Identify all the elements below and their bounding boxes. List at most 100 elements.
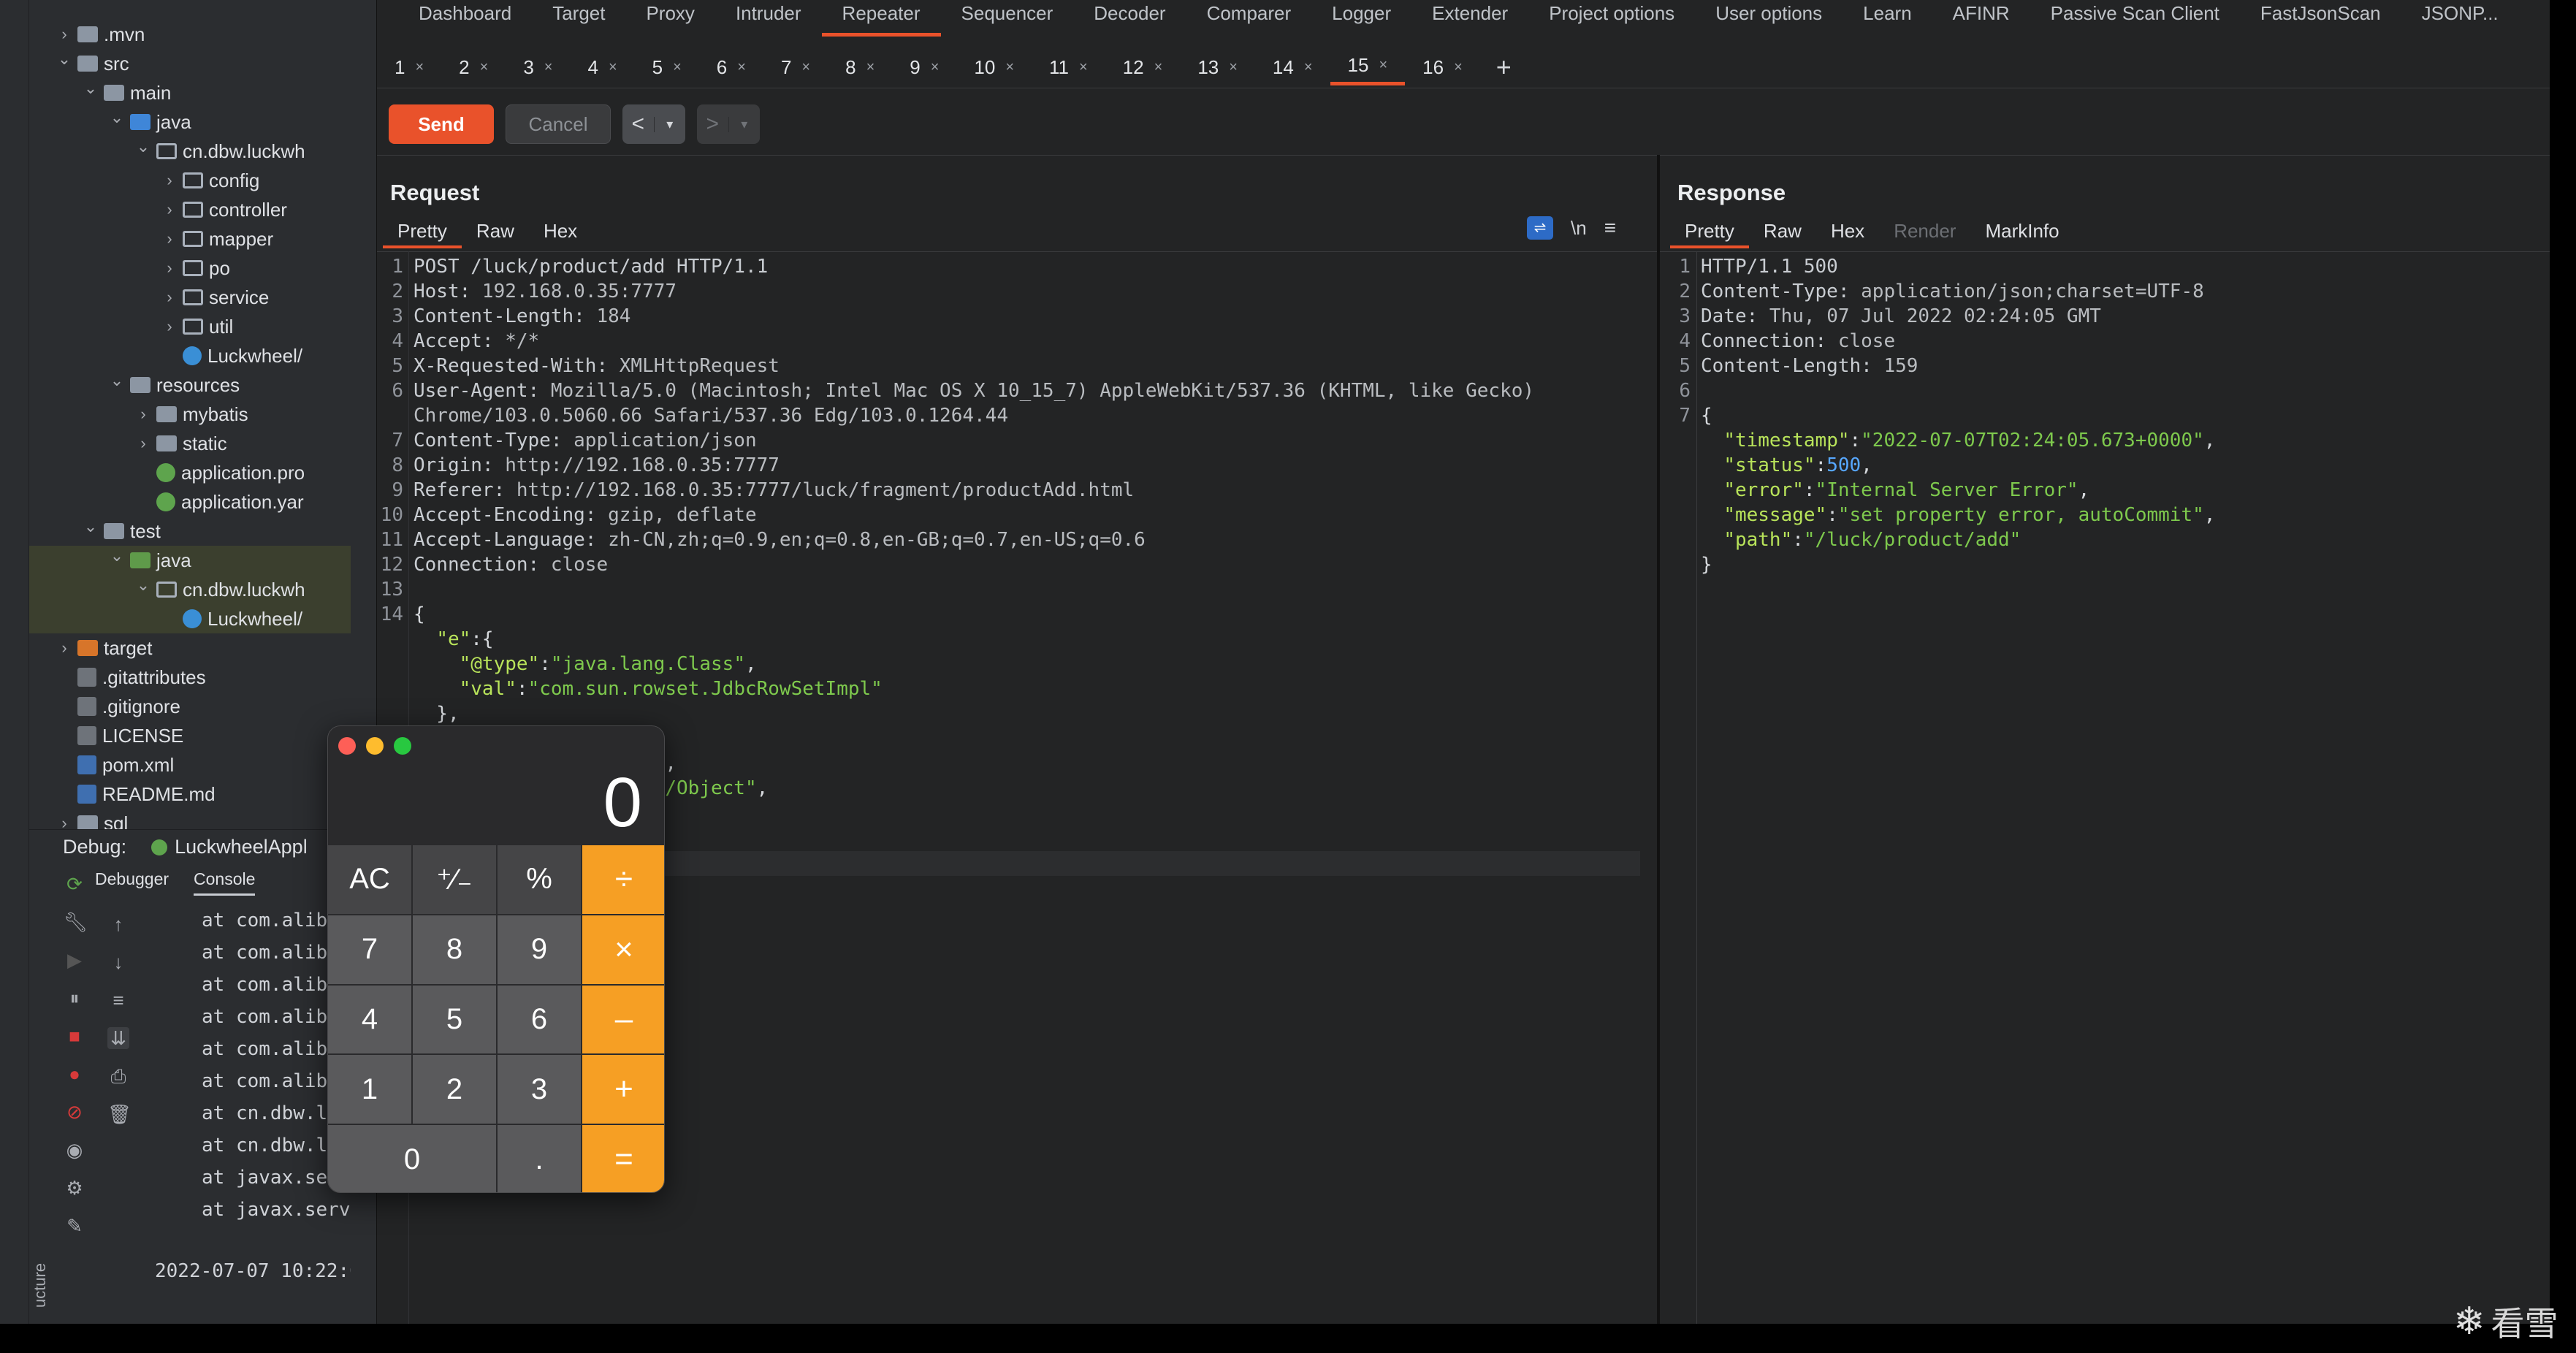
request-editor[interactable]: POST /luck/product/add HTTP/1.1 Host: 192… <box>414 254 1534 801</box>
repeater-tab[interactable]: 3 × <box>506 49 570 85</box>
plus-key[interactable]: + <box>582 1055 664 1124</box>
add-tab-icon[interactable]: + <box>1480 52 1528 83</box>
main-tab[interactable]: Decoder <box>1073 0 1186 37</box>
repeater-tab[interactable]: 5 × <box>635 49 699 85</box>
close-icon[interactable]: × <box>544 59 553 76</box>
repeater-tab[interactable]: 6 × <box>699 49 763 85</box>
tree-item[interactable]: .gitattributes <box>29 663 351 692</box>
tree-item[interactable]: application.pro <box>29 458 351 487</box>
repeater-tab[interactable]: 15 × <box>1330 49 1406 85</box>
main-tab[interactable]: Logger <box>1311 0 1411 37</box>
request-tab-hex[interactable]: Hex <box>529 216 592 248</box>
repeater-tab[interactable]: 16 × <box>1405 49 1480 85</box>
chevron-down-icon[interactable]: ⌄ <box>82 79 99 98</box>
tree-item[interactable]: pom.xml <box>29 750 351 780</box>
stop-icon[interactable]: ■ <box>64 1025 85 1047</box>
send-button[interactable]: Send <box>389 104 494 144</box>
close-icon[interactable]: × <box>931 59 940 76</box>
close-icon[interactable]: × <box>1229 59 1238 76</box>
pin-icon[interactable]: ✎ <box>64 1215 85 1237</box>
tree-item[interactable]: .gitignore <box>29 692 351 721</box>
tree-item[interactable]: ⌄ src <box>29 49 351 78</box>
digit-7-key[interactable]: 7 <box>328 915 411 984</box>
chevron-right-icon[interactable]: › <box>161 317 178 336</box>
digit-2-key[interactable]: 2 <box>413 1055 496 1124</box>
scroll-to-end-icon[interactable]: ⇊ <box>107 1027 129 1049</box>
tab-console[interactable]: Console <box>194 869 256 896</box>
close-icon[interactable]: × <box>1154 59 1163 76</box>
arrow-down-icon[interactable]: ↓ <box>107 951 129 973</box>
chevron-right-icon[interactable]: › <box>161 229 178 248</box>
mute-breakpoints-icon[interactable]: ⊘ <box>64 1101 85 1123</box>
close-icon[interactable]: × <box>801 59 810 76</box>
divide-key[interactable]: ÷ <box>582 845 664 914</box>
cancel-button[interactable]: Cancel <box>506 104 611 144</box>
close-icon[interactable]: × <box>1454 59 1463 76</box>
main-tab[interactable]: Passive Scan Client <box>2030 0 2240 37</box>
close-icon[interactable]: × <box>1005 59 1014 76</box>
close-icon[interactable]: × <box>1304 59 1313 76</box>
multiply-key[interactable]: × <box>582 915 664 984</box>
digit-4-key[interactable]: 4 <box>328 985 411 1054</box>
chevron-right-icon[interactable]: › <box>161 200 178 219</box>
tree-item[interactable]: LICENSE <box>29 721 351 750</box>
tree-item[interactable]: Luckwheel/ <box>29 604 351 633</box>
repeater-tab[interactable]: 9 × <box>892 49 956 85</box>
main-tab[interactable]: Extender <box>1411 0 1528 37</box>
repeater-tab[interactable]: 4 × <box>570 49 634 85</box>
clear-key[interactable]: AC <box>328 845 411 914</box>
close-icon[interactable]: × <box>1079 59 1088 76</box>
tree-item[interactable]: README.md <box>29 780 351 809</box>
soft-wrap-icon[interactable]: ≡ <box>107 989 129 1011</box>
request-tab-pretty[interactable]: Pretty <box>383 216 462 248</box>
repeater-tab[interactable]: 8 × <box>828 49 892 85</box>
main-tab[interactable]: Repeater <box>821 0 941 37</box>
repeater-tab[interactable]: 14 × <box>1255 49 1330 85</box>
decimal-key[interactable]: . <box>498 1125 581 1192</box>
main-tab[interactable]: Sequencer <box>941 0 1074 37</box>
wrap-lines-icon[interactable]: ⇌ <box>1527 216 1553 240</box>
response-tab-hex[interactable]: Hex <box>1816 216 1879 248</box>
chevron-right-icon[interactable]: › <box>56 25 73 44</box>
tree-item[interactable]: ⌄ java <box>29 546 351 575</box>
chevron-right-icon[interactable]: › <box>134 405 152 424</box>
close-icon[interactable]: × <box>480 59 489 76</box>
tree-item[interactable]: › mapper <box>29 224 351 254</box>
chevron-down-icon[interactable]: ⌄ <box>108 546 126 565</box>
menu-icon[interactable]: ≡ <box>1604 216 1616 240</box>
close-icon[interactable]: × <box>415 59 424 76</box>
chevron-down-icon[interactable]: ⌄ <box>82 517 99 536</box>
forward-button[interactable]: > ▾ <box>697 104 760 144</box>
camera-icon[interactable]: ◉ <box>64 1139 85 1161</box>
percent-key[interactable]: % <box>498 845 581 914</box>
tree-item[interactable]: ⌄ java <box>29 107 351 137</box>
main-tab[interactable]: Dashboard <box>398 0 532 37</box>
chevron-right-icon[interactable]: › <box>161 259 178 278</box>
chevron-right-icon[interactable]: › <box>56 639 73 658</box>
digit-6-key[interactable]: 6 <box>498 985 581 1054</box>
gear-icon[interactable]: ⚙ <box>64 1177 85 1199</box>
close-window-button[interactable] <box>338 737 356 755</box>
repeater-tab[interactable]: 10 × <box>956 49 1032 85</box>
tree-item[interactable]: Luckwheel/ <box>29 341 351 370</box>
repeater-tab[interactable]: 2 × <box>441 49 506 85</box>
close-icon[interactable]: × <box>737 59 746 76</box>
main-tab[interactable]: Project options <box>1528 0 1695 37</box>
main-tab[interactable]: Comparer <box>1186 0 1312 37</box>
dropdown-icon[interactable]: ▾ <box>653 116 686 132</box>
tree-item[interactable]: › mybatis <box>29 400 351 429</box>
minimize-window-button[interactable] <box>366 737 384 755</box>
tree-item[interactable]: › target <box>29 633 351 663</box>
close-icon[interactable]: × <box>866 59 875 76</box>
main-tab[interactable]: JSONP... <box>2401 0 2519 37</box>
main-tab[interactable]: Proxy <box>625 0 715 37</box>
back-button[interactable]: < ▾ <box>622 104 685 144</box>
tree-item[interactable]: › static <box>29 429 351 458</box>
sign-key[interactable]: ⁺∕₋ <box>413 845 496 914</box>
main-tab[interactable]: Target <box>532 0 625 37</box>
breakpoints-icon[interactable]: ● <box>64 1063 85 1085</box>
dropdown-icon[interactable]: ▾ <box>728 116 761 132</box>
main-tab[interactable]: Learn <box>1843 0 1932 37</box>
digit-8-key[interactable]: 8 <box>413 915 496 984</box>
main-tab[interactable]: AFINR <box>1932 0 2030 37</box>
